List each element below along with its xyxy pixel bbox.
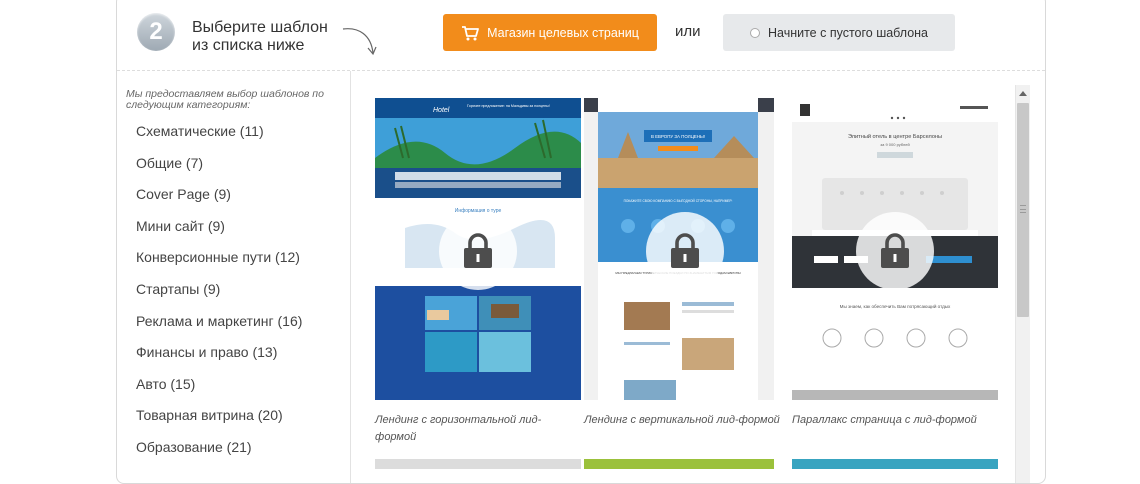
category-item[interactable]: Стартапы (9) (136, 280, 302, 312)
sidebar-intro: Мы предоставляем выбор шаблонов по следу… (126, 88, 324, 111)
template-scrollbar[interactable] (1015, 85, 1030, 483)
template-selection-panel: 2 Выберите шаблон из списка ниже Магазин… (116, 0, 1046, 484)
preview-text: ПОКАЖИТЕ СВОЮ КОМПАНИЮ С ВЫГОДНОЙ СТОРОН… (624, 199, 733, 203)
template-caption: Лендинг с горизонтальной лид-формой (375, 414, 542, 443)
preview-text: Hotel (433, 107, 450, 114)
template-thumbnail[interactable]: В ЕВРОПУ ЗА ПОЛЦЕНЫ! ПОКАЖИТЕ СВОЮ КОМПА… (584, 98, 774, 400)
or-separator: или (675, 23, 701, 40)
locked-overlay (439, 212, 517, 290)
blank-template-label: Начните с пустого шаблона (767, 25, 929, 40)
category-item[interactable]: Схематические (11) (136, 122, 302, 154)
template-thumbnail[interactable]: Hotel Горячее предложение: на Мальдивы з… (375, 98, 581, 400)
scroll-grip-icon (1020, 205, 1026, 213)
template-thumbnail-next[interactable] (584, 459, 774, 469)
preview-text: за 9 000 рублей (880, 142, 909, 147)
category-item[interactable]: Финансы и право (13) (136, 343, 302, 375)
blank-template-button[interactable]: Начните с пустого шаблона (723, 14, 955, 51)
template-thumbnail-next[interactable] (375, 459, 581, 469)
preview-text: Горячее предложение: на Мальдивы за полц… (467, 104, 550, 108)
step-instruction-line2: из списка ниже (192, 37, 305, 54)
curved-arrow-icon (342, 28, 377, 56)
scroll-thumb[interactable] (1017, 103, 1029, 317)
category-item[interactable]: Авто (15) (136, 375, 302, 407)
category-item[interactable]: Товарная витрина (20) (136, 406, 302, 438)
category-list: Схематические (11) Общие (7) Cover Page … (136, 122, 302, 470)
category-sidebar: Мы предоставляем выбор шаблонов по следу… (117, 71, 351, 483)
category-item[interactable]: Образование (21) (136, 438, 302, 470)
radio-icon (749, 27, 760, 38)
template-caption: Параллакс страница с лид-формой (792, 414, 977, 426)
template-store-button[interactable]: Магазин целевых страниц (443, 14, 657, 51)
lock-icon (671, 233, 699, 268)
template-thumbnail-next[interactable] (792, 459, 998, 469)
cart-icon (462, 25, 480, 40)
template-store-label: Магазин целевых страниц (487, 25, 639, 40)
locked-overlay (646, 212, 724, 290)
preview-text: Мы знаем, как обеспечить Вам потрясающий… (840, 303, 951, 309)
step-instruction: Выберите шаблон из списка ниже (192, 19, 352, 55)
category-item[interactable]: Реклама и маркетинг (16) (136, 312, 302, 344)
category-item[interactable]: Cover Page (9) (136, 185, 302, 217)
category-item[interactable]: Общие (7) (136, 154, 302, 186)
category-item[interactable]: Мини сайт (9) (136, 217, 302, 249)
step-instruction-line1: Выберите шаблон (192, 19, 328, 36)
category-item[interactable]: Конверсионные пути (12) (136, 248, 302, 280)
locked-overlay (856, 212, 934, 290)
scroll-up-icon[interactable] (1016, 87, 1030, 99)
template-thumbnail[interactable]: Элитный отель в центре Барселоны за 9 00… (792, 98, 998, 400)
template-caption: Лендинг с вертикальной лид-формой (584, 414, 780, 426)
lock-icon (464, 233, 492, 268)
step-number: 2 (149, 18, 163, 45)
lock-icon (881, 233, 909, 268)
preview-text: В ЕВРОПУ ЗА ПОЛЦЕНЫ! (651, 134, 705, 139)
preview-text: Элитный отель в центре Барселоны (848, 133, 942, 140)
step-number-badge: 2 (137, 13, 175, 51)
template-grid: Hotel Горячее предложение: на Мальдивы з… (352, 85, 1012, 483)
